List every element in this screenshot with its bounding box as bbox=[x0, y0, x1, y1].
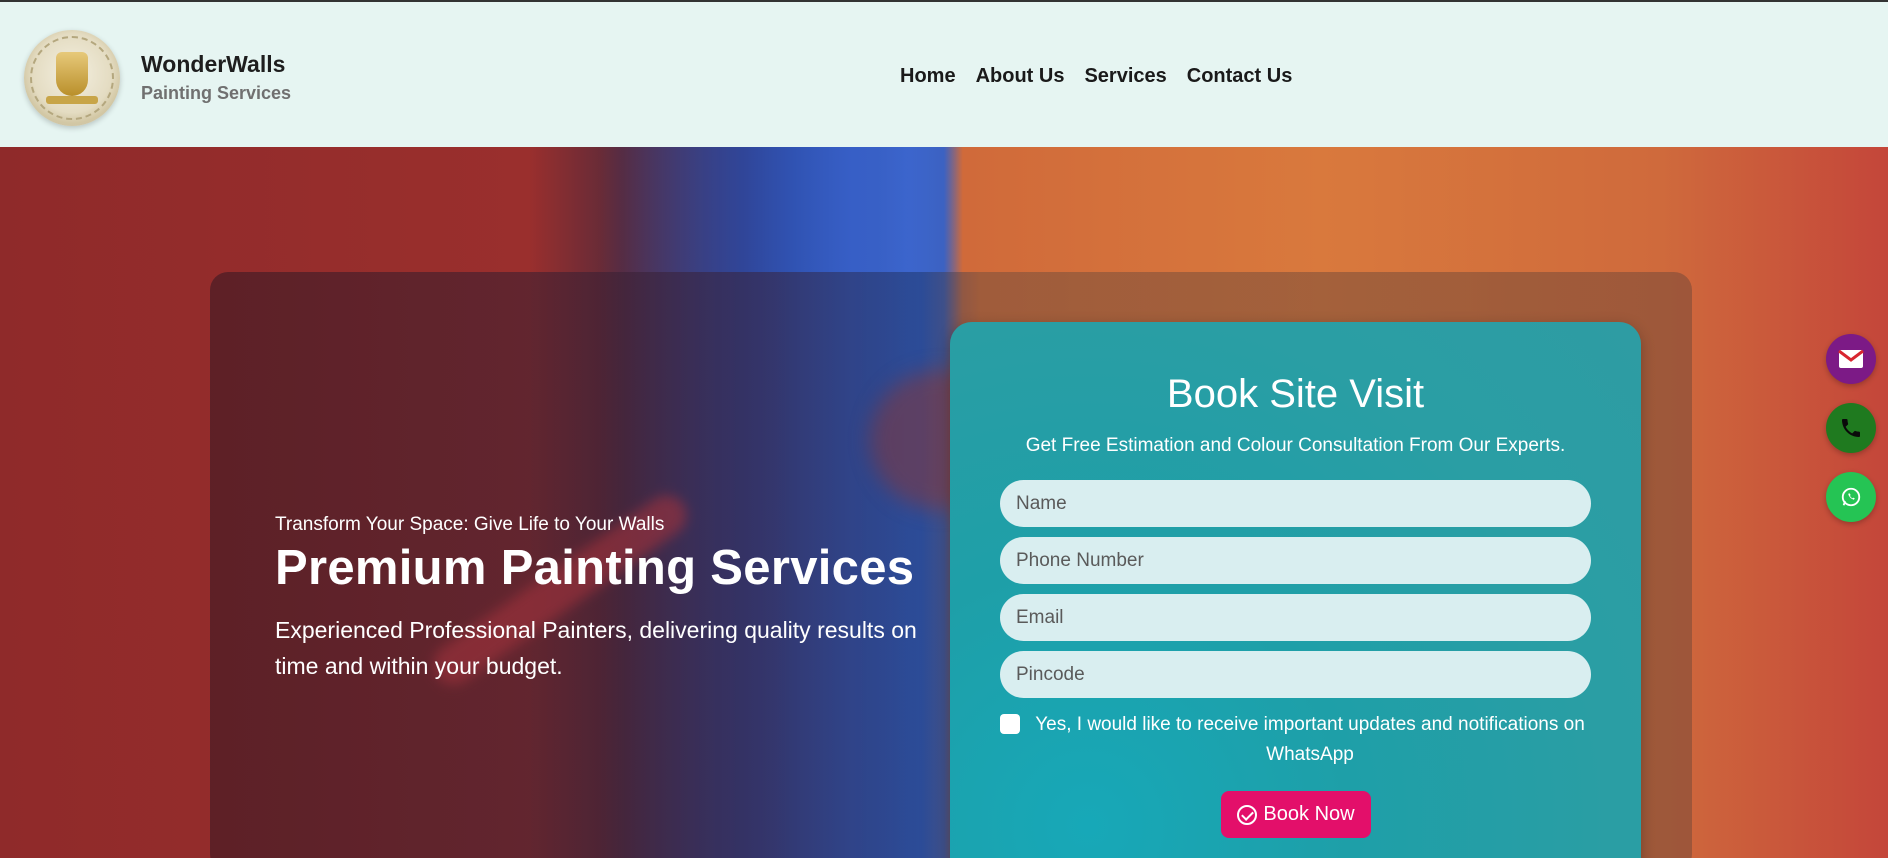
nav-item-about[interactable]: About Us bbox=[976, 65, 1065, 88]
nav-item-contact[interactable]: Contact Us bbox=[1187, 65, 1293, 88]
brand-tagline: Painting Services bbox=[141, 83, 292, 103]
logo-emblem bbox=[56, 52, 88, 96]
whatsapp-icon bbox=[1841, 487, 1861, 507]
mail-button[interactable] bbox=[1826, 334, 1876, 384]
name-field[interactable] bbox=[1000, 480, 1591, 527]
whatsapp-consent-checkbox[interactable] bbox=[1000, 714, 1020, 734]
brand-name: WonderWalls bbox=[141, 51, 286, 77]
email-field[interactable] bbox=[1000, 594, 1591, 641]
hero-title: Premium Painting Services bbox=[275, 541, 915, 595]
logo-base bbox=[46, 96, 98, 104]
form-subtitle: Get Free Estimation and Colour Consultat… bbox=[1025, 435, 1566, 456]
booking-form: Book Site Visit Get Free Estimation and … bbox=[950, 322, 1641, 858]
whatsapp-consent-label: Yes, I would like to receive important u… bbox=[1035, 714, 1585, 765]
phone-button[interactable] bbox=[1826, 403, 1876, 453]
book-now-button[interactable]: Book Now bbox=[1221, 791, 1371, 838]
main-nav: Home About Us Services Contact Us bbox=[900, 65, 1292, 88]
wonderwalls-logo[interactable] bbox=[24, 30, 120, 126]
nav-item-services[interactable]: Services bbox=[1084, 65, 1166, 88]
hero-description: Experienced Professional Painters, deliv… bbox=[275, 617, 917, 679]
phone-icon bbox=[1842, 419, 1860, 437]
mail-icon bbox=[1838, 349, 1864, 368]
hero-tagline: Transform Your Space: Give Life to Your … bbox=[275, 514, 665, 535]
check-circle-icon bbox=[1237, 804, 1258, 825]
pincode-field[interactable] bbox=[1000, 651, 1591, 698]
book-now-label: Book Now bbox=[1263, 803, 1355, 825]
form-title: Book Site Visit bbox=[1166, 372, 1425, 416]
phone-field[interactable] bbox=[1000, 537, 1591, 584]
whatsapp-button[interactable] bbox=[1826, 472, 1876, 522]
site-header: WonderWalls Painting Services Home About… bbox=[0, 0, 1888, 147]
nav-item-home[interactable]: Home bbox=[900, 65, 956, 88]
